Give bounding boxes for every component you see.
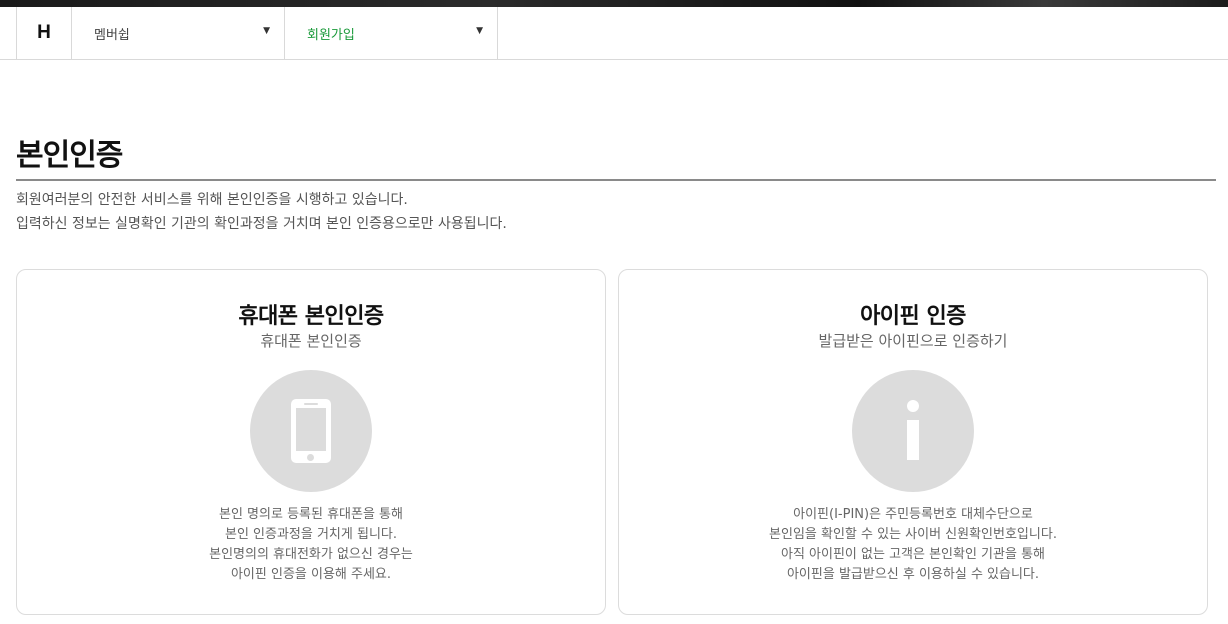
- ipin-desc-line: 아직 아이핀이 없는 고객은 본인확인 기관을 통해: [781, 547, 1045, 562]
- top-decorative-bar: [0, 0, 1228, 7]
- phone-card-description: 본인 명의로 등록된 휴대폰을 통해 본인 인증과정을 거치게 됩니다. 본인명…: [17, 505, 605, 585]
- mobile-phone-icon: [291, 399, 331, 463]
- phone-desc-line: 본인 명의로 등록된 휴대폰을 통해: [219, 507, 403, 522]
- phone-card-subtitle: 휴대폰 본인인증: [260, 332, 362, 350]
- chevron-down-icon: ▼: [263, 26, 270, 36]
- phone-card-title: 휴대폰 본인인증: [238, 304, 384, 329]
- ipin-desc-line: 본인임을 확인할 수 있는 사이버 신원확인번호입니다.: [769, 527, 1057, 542]
- phone-desc-line: 아이핀 인증을 이용해 주세요.: [230, 567, 392, 582]
- description-line-1: 회원여러분의 안전한 서비스를 위해 본인인증을 시행하고 있습니다.: [16, 192, 408, 208]
- navigation-bar: H 멤버쉽 ▼ 회원가입 ▼: [0, 7, 1228, 60]
- signup-dropdown-label: 회원가입: [307, 27, 355, 43]
- page-title: 본인인증: [16, 138, 123, 173]
- phone-desc-line: 본인명의의 휴대전화가 없으신 경우는: [209, 547, 413, 562]
- membership-dropdown[interactable]: 멤버쉽 ▼: [72, 7, 285, 59]
- info-icon-circle: [852, 370, 974, 492]
- ipin-desc-line: 아이핀(I-PIN)은 주민등록번호 대체수단으로: [793, 507, 1033, 522]
- ipin-verification-card[interactable]: 아이핀 인증 발급받은 아이핀으로 인증하기 아이핀(I-PIN)은 주민등록번…: [618, 269, 1208, 615]
- home-logo[interactable]: H: [16, 7, 72, 59]
- phone-verification-card[interactable]: 휴대폰 본인인증 휴대폰 본인인증 본인 명의로 등록된 휴대폰을 통해 본인 …: [16, 269, 606, 615]
- ipin-desc-line: 아이핀을 발급받으신 후 이용하실 수 있습니다.: [786, 567, 1040, 582]
- membership-dropdown-label: 멤버쉽: [94, 27, 130, 43]
- ipin-card-description: 아이핀(I-PIN)은 주민등록번호 대체수단으로 본인임을 확인할 수 있는 …: [619, 505, 1207, 585]
- title-divider: [16, 179, 1216, 181]
- ipin-card-subtitle: 발급받은 아이핀으로 인증하기: [818, 332, 1008, 350]
- description-line-2: 입력하신 정보는 실명확인 기관의 확인과정을 거치며 본인 인증용으로만 사용…: [16, 216, 507, 232]
- phone-icon-circle: [250, 370, 372, 492]
- ipin-card-title: 아이핀 인증: [860, 304, 966, 329]
- phone-desc-line: 본인 인증과정을 거치게 됩니다.: [224, 527, 397, 542]
- chevron-down-icon: ▼: [476, 26, 483, 36]
- signup-dropdown[interactable]: 회원가입 ▼: [285, 7, 498, 59]
- page-description: 회원여러분의 안전한 서비스를 위해 본인인증을 시행하고 있습니다. 입력하신…: [16, 188, 507, 236]
